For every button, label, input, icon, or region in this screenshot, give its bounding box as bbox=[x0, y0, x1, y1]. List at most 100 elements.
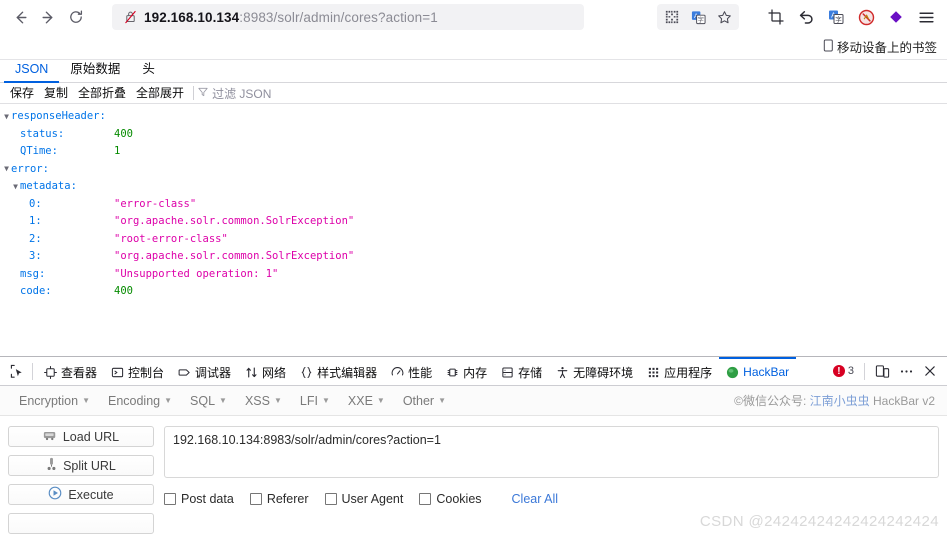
insecure-lock-icon[interactable] bbox=[120, 10, 140, 24]
json-row[interactable]: QTime: 1 bbox=[0, 143, 947, 161]
user-agent-checkbox[interactable]: User Agent bbox=[324, 492, 403, 506]
split-url-button[interactable]: Split URL bbox=[8, 455, 154, 476]
save-button[interactable]: 保存 bbox=[5, 85, 39, 101]
menu-sql[interactable]: SQL ▼ bbox=[181, 394, 236, 408]
bookmark-star-icon[interactable] bbox=[711, 4, 737, 30]
hackbar-button-column: Load URL Split URL Execute bbox=[8, 426, 154, 534]
error-count-badge[interactable]: ! 3 bbox=[832, 365, 854, 377]
url-input[interactable] bbox=[164, 426, 939, 478]
json-value: "error-class" bbox=[114, 197, 197, 210]
chevron-down-icon: ▼ bbox=[82, 396, 90, 405]
tab-storage[interactable]: 存储 bbox=[494, 357, 549, 385]
tab-debugger[interactable]: 调试器 bbox=[171, 357, 238, 385]
clear-all-link[interactable]: Clear All bbox=[512, 492, 559, 506]
json-row[interactable]: 2: "root-error-class" bbox=[0, 231, 947, 249]
qr-code-icon[interactable] bbox=[659, 4, 685, 30]
twisty-icon[interactable]: ▼ bbox=[11, 182, 20, 191]
storage-icon bbox=[501, 366, 514, 379]
checkbox-box bbox=[164, 493, 176, 505]
forward-arrow-icon[interactable] bbox=[34, 3, 62, 31]
tab-style-editor[interactable]: 样式编辑器 bbox=[293, 357, 384, 385]
close-icon[interactable] bbox=[919, 360, 941, 382]
hackbar-panel: Encryption ▼ Encoding ▼ SQL ▼ XSS ▼ LFI bbox=[0, 386, 947, 534]
json-row[interactable]: ▼ metadata: bbox=[0, 178, 947, 196]
execute-button[interactable]: Execute bbox=[8, 484, 154, 505]
json-key: error: bbox=[11, 162, 49, 175]
tab-memory[interactable]: 内存 bbox=[439, 357, 494, 385]
menu-other[interactable]: Other ▼ bbox=[394, 394, 455, 408]
collapse-all-button[interactable]: 全部折叠 bbox=[73, 85, 131, 101]
expand-all-button[interactable]: 全部展开 bbox=[131, 85, 189, 101]
reload-icon[interactable] bbox=[62, 3, 90, 31]
translate-icon[interactable]: A 字 bbox=[821, 3, 851, 31]
json-key: responseHeader: bbox=[11, 110, 106, 122]
chevron-down-icon: ▼ bbox=[321, 396, 330, 405]
button-label: Load URL bbox=[62, 429, 120, 444]
tab-hackbar[interactable]: HackBar bbox=[719, 357, 797, 385]
tab-application[interactable]: 应用程序 bbox=[640, 357, 719, 385]
address-bar[interactable]: 192.168.10.134:8983/solr/admin/cores?act… bbox=[112, 4, 584, 30]
tab-headers[interactable]: 头 bbox=[131, 59, 166, 83]
more-options-icon[interactable] bbox=[895, 360, 917, 382]
undo-arrow-icon[interactable] bbox=[791, 3, 821, 31]
error-circle-icon: ! bbox=[832, 365, 845, 377]
twisty-icon[interactable]: ▼ bbox=[2, 112, 11, 121]
json-row[interactable]: code: 400 bbox=[0, 283, 947, 301]
tab-label: 网络 bbox=[262, 365, 287, 380]
copyright-prefix: ©微信公众号: bbox=[734, 394, 810, 408]
tab-json[interactable]: JSON bbox=[4, 59, 60, 83]
bookmark-mobile-folder[interactable]: 移动设备上的书签 bbox=[823, 37, 937, 56]
json-row[interactable]: ▼ responseHeader: bbox=[0, 108, 947, 126]
menu-label: LFI bbox=[299, 393, 318, 408]
menu-encoding[interactable]: Encoding ▼ bbox=[99, 394, 181, 408]
checkbox-label: Post data bbox=[181, 492, 234, 506]
json-viewer-panel: JSON 原始数据 头 保存 复制 全部折叠 全部展开 过滤 JSON ▼ re… bbox=[0, 60, 947, 301]
json-row[interactable]: msg: "Unsupported operation: 1" bbox=[0, 266, 947, 284]
tab-label: 无障碍环境 bbox=[573, 365, 634, 380]
json-key: metadata: bbox=[20, 180, 77, 192]
json-value: "org.apache.solr.common.SolrException" bbox=[114, 215, 355, 227]
menu-lfi[interactable]: LFI ▼ bbox=[291, 394, 339, 408]
twisty-icon[interactable]: ▼ bbox=[2, 165, 11, 173]
adblock-icon[interactable] bbox=[851, 3, 881, 31]
app-menu-icon[interactable] bbox=[911, 3, 941, 31]
screenshot-crop-icon[interactable] bbox=[761, 3, 791, 31]
menu-label: SQL bbox=[190, 393, 216, 408]
filter-funnel-icon bbox=[198, 86, 208, 100]
menu-encryption[interactable]: Encryption ▼ bbox=[10, 394, 99, 408]
element-picker-icon[interactable] bbox=[4, 364, 30, 379]
tab-raw-data[interactable]: 原始数据 bbox=[59, 59, 131, 83]
extension-diamond-icon[interactable] bbox=[881, 3, 911, 31]
post-data-checkbox[interactable]: Post data bbox=[164, 492, 234, 506]
menu-xss[interactable]: XSS ▼ bbox=[236, 394, 291, 408]
responsive-design-icon[interactable] bbox=[871, 360, 893, 382]
json-row[interactable]: 3: "org.apache.solr.common.SolrException… bbox=[0, 248, 947, 266]
toolbar-right-group: A 字 bbox=[657, 3, 941, 31]
load-url-button[interactable]: Load URL bbox=[8, 426, 154, 447]
tab-accessibility[interactable]: 无障碍环境 bbox=[549, 357, 640, 385]
json-row[interactable]: ▼ error: bbox=[0, 161, 947, 179]
copy-button[interactable]: 复制 bbox=[39, 85, 73, 101]
tab-inspector[interactable]: 查看器 bbox=[37, 357, 104, 385]
tab-label: 内存 bbox=[463, 365, 488, 380]
tab-label: 查看器 bbox=[61, 365, 98, 380]
referer-checkbox[interactable]: Referer bbox=[249, 492, 309, 506]
extra-button[interactable] bbox=[8, 513, 154, 534]
json-filter-input[interactable]: 过滤 JSON bbox=[198, 85, 271, 102]
tab-console[interactable]: 控制台 bbox=[104, 357, 171, 385]
json-viewer-tabs: JSON 原始数据 头 bbox=[0, 60, 947, 83]
json-row[interactable]: status: 400 bbox=[0, 126, 947, 144]
json-row[interactable]: 0: "error-class" bbox=[0, 196, 947, 214]
menu-label: Encoding bbox=[107, 393, 161, 408]
json-row[interactable]: 1: "org.apache.solr.common.SolrException… bbox=[0, 213, 947, 231]
cookies-checkbox[interactable]: Cookies bbox=[419, 492, 482, 506]
tab-network[interactable]: 网络 bbox=[238, 357, 293, 385]
translate-page-icon[interactable]: A 字 bbox=[685, 4, 711, 30]
back-arrow-icon[interactable] bbox=[6, 3, 34, 31]
tab-performance[interactable]: 性能 bbox=[384, 357, 439, 385]
memory-icon bbox=[446, 366, 459, 379]
copyright-version: HackBar v2 bbox=[869, 394, 935, 408]
style-editor-icon bbox=[300, 366, 313, 379]
menu-xxe[interactable]: XXE ▼ bbox=[339, 394, 394, 408]
menu-label: Other bbox=[402, 393, 435, 408]
